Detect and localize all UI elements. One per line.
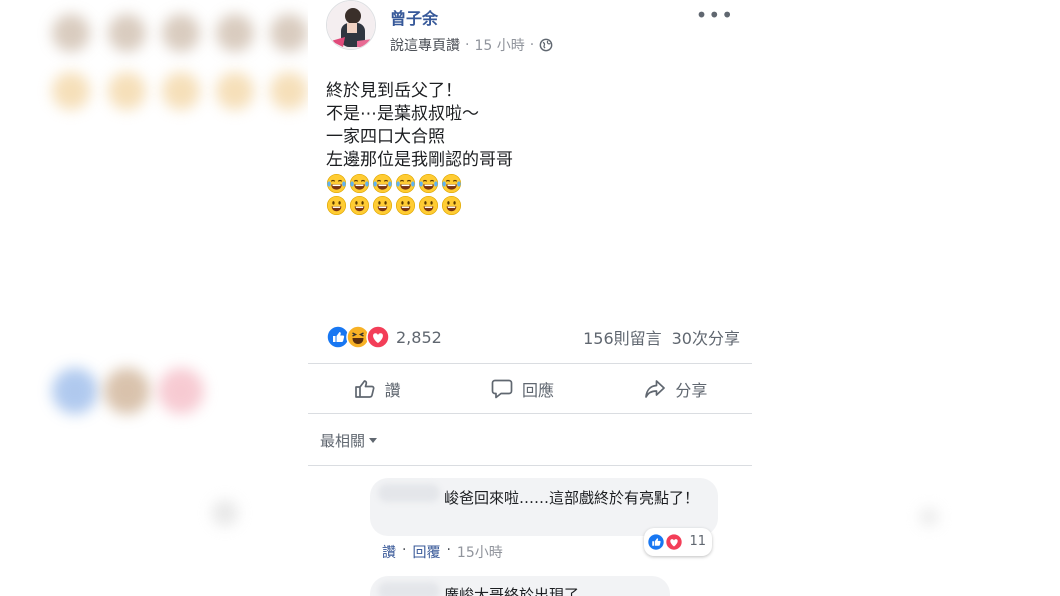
share-label: 分享 — [675, 381, 708, 400]
grinning-emoji-icon — [395, 195, 416, 216]
share-icon — [645, 380, 666, 398]
post-header: 曾子余 說這專頁讚 · 15 小時 · ••• — [326, 0, 746, 60]
post-line: 左邊那位是我剛認的哥哥 — [326, 150, 513, 170]
blurred-emoji — [52, 72, 90, 110]
blurred-haha — [104, 368, 150, 414]
post-line: 一家四口大合照 — [326, 127, 445, 147]
grinning-emoji-icon — [372, 195, 393, 216]
post-card: 曾子余 說這專頁讚 · 15 小時 · ••• 終於見到岳父了！ 不是⋯是葉叔叔… — [308, 0, 752, 596]
meta-separator: · — [465, 37, 470, 53]
blurred-emoji — [216, 14, 254, 52]
share-count[interactable]: 30次分享 — [672, 325, 740, 349]
comment-button[interactable]: 回應 — [476, 371, 568, 407]
laughing-tears-emoji-icon — [326, 173, 347, 194]
blurred-emoji — [216, 72, 254, 110]
comment-reaction-count: 11 — [689, 534, 706, 549]
divider — [308, 413, 752, 414]
post-time[interactable]: 15 小時 — [474, 35, 524, 55]
action-bar: 讚 回應 分享 — [308, 366, 752, 412]
thumbs-up-icon — [354, 380, 375, 398]
reaction-summary: 2,852 156則留言 30次分享 — [326, 324, 740, 350]
post-text: 終於見到岳父了！ 不是⋯是葉叔叔啦～ 一家四口大合照 左邊那位是我剛認的哥哥 — [326, 80, 736, 216]
like-reaction-icon — [647, 533, 666, 551]
comment-label: 回應 — [521, 381, 554, 400]
laughing-tears-emoji-icon — [349, 173, 370, 194]
blurred-love — [158, 368, 204, 414]
blurred-like — [52, 368, 98, 414]
blurred-emoji — [52, 14, 90, 52]
share-button[interactable]: 分享 — [629, 371, 721, 407]
comment-reactions[interactable]: 11 — [644, 528, 712, 556]
avatar[interactable] — [326, 0, 376, 50]
laughing-tears-emoji-icon — [395, 173, 416, 194]
laughing-tears-emoji-icon — [418, 173, 439, 194]
caret-down-icon — [369, 438, 378, 443]
like-label: 讚 — [384, 381, 401, 400]
blurred-commenter-name — [378, 582, 440, 596]
divider — [308, 363, 752, 364]
blurred-dot — [920, 508, 938, 526]
page-name[interactable]: 說這專頁讚 — [390, 35, 460, 55]
emoji-row — [326, 173, 736, 194]
blurred-commenter-name — [378, 484, 440, 502]
post-line: 不是⋯是葉叔叔啦～ — [326, 104, 479, 124]
comment-time[interactable]: 15小時 — [457, 542, 503, 562]
reaction-icons[interactable] — [326, 325, 390, 349]
globe-icon — [539, 38, 553, 52]
author-name[interactable]: 曾子余 — [390, 5, 438, 29]
comment-bubble: 廣峻大哥終於出現了 — [370, 576, 670, 596]
sort-label: 最相關 — [320, 432, 366, 450]
emoji-row — [326, 195, 736, 216]
grinning-emoji-icon — [441, 195, 462, 216]
blurred-emoji — [108, 72, 146, 110]
comment-reply-link[interactable]: 回覆 — [412, 542, 440, 562]
grinning-emoji-icon — [349, 195, 370, 216]
love-reaction-icon — [366, 325, 390, 349]
blurred-dot — [212, 500, 238, 526]
blurred-emoji — [108, 14, 146, 52]
blurred-emoji — [270, 14, 308, 52]
comment-sort-dropdown[interactable]: 最相關 — [320, 430, 378, 451]
post-line: 終於見到岳父了！ — [326, 81, 462, 101]
love-reaction-icon — [665, 533, 684, 551]
blurred-emoji — [162, 72, 200, 110]
grinning-emoji-icon — [326, 195, 347, 216]
laughing-tears-emoji-icon — [441, 173, 462, 194]
engagement-counts: 156則留言 30次分享 — [583, 325, 740, 349]
post-meta: 說這專頁讚 · 15 小時 · — [390, 35, 553, 55]
meta-separator: · — [529, 37, 535, 53]
grinning-emoji-icon — [418, 195, 439, 216]
like-button[interactable]: 讚 — [339, 371, 415, 407]
divider — [308, 465, 752, 466]
comment-bubble: 峻爸回來啦……這部戲終於有亮點了！ 11 — [370, 478, 718, 556]
reaction-count[interactable]: 2,852 — [396, 328, 442, 347]
meta-separator: · — [402, 542, 407, 558]
comment-count[interactable]: 156則留言 — [583, 325, 662, 349]
blurred-emoji — [270, 72, 308, 110]
more-options-icon[interactable]: ••• — [696, 3, 734, 27]
blurred-emoji — [162, 14, 200, 52]
meta-separator: · — [446, 542, 451, 558]
comment-like-link[interactable]: 讚 — [382, 542, 396, 562]
comment-icon — [491, 379, 513, 399]
laughing-tears-emoji-icon — [372, 173, 393, 194]
comment: 峻爸回來啦……這部戲終於有亮點了！ 11 讚 · 回覆 · 15小時 — [370, 478, 718, 562]
